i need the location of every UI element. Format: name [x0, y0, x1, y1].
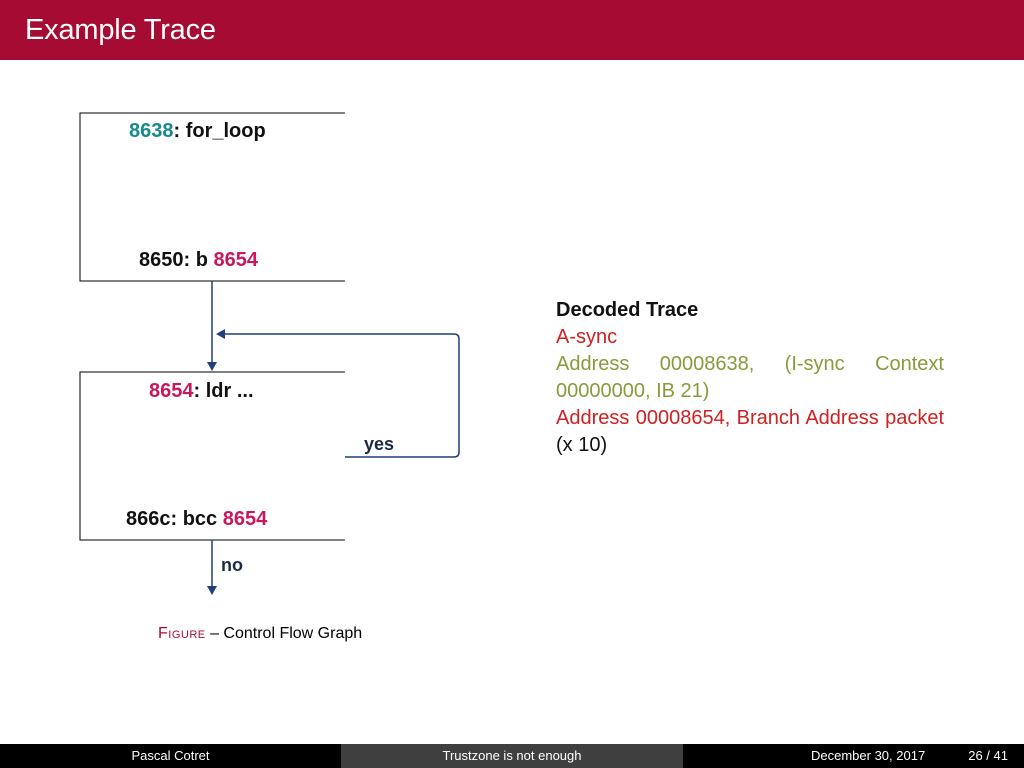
footer-page-number: 26 / 41: [968, 748, 1008, 763]
block1-entry-label: : for_loop: [173, 120, 266, 142]
trace-line-branch-text: Address 00008654, Branch Address packet: [556, 407, 944, 429]
edge-fallthrough-arrowhead: [207, 362, 217, 371]
block2-exit-target: 8654: [222, 508, 268, 530]
footer-date: December 30, 2017: [811, 748, 926, 763]
edge-no-arrowhead: [207, 586, 217, 595]
edge-yes-arrowhead: [216, 329, 225, 339]
block2-exit-instruction: 866c: bcc: [126, 508, 223, 530]
block1-exit-target: 8654: [213, 249, 258, 271]
footer-talk-title: Trustzone is not enough: [341, 744, 683, 768]
figure-caption-text: – Control Flow Graph: [205, 625, 363, 642]
edge-no-label: no: [221, 555, 243, 575]
slide-footer: Pascal Cotret Trustzone is not enough De…: [0, 744, 1024, 768]
decoded-trace-heading: Decoded Trace: [556, 299, 699, 321]
control-flow-graph-lines: [79, 112, 460, 595]
block2-entry: 8654: ldr ...: [149, 380, 254, 403]
edge-yes-label: yes: [364, 434, 395, 454]
block2-entry-address: 8654: [149, 380, 194, 402]
control-flow-graph: 8638: for_loop 8650: b 8654 8654: ldr ..…: [0, 0, 520, 700]
edge-yes-loop: [222, 333, 460, 458]
trace-line-isync: Address 00008638, (I-sync Context 000000…: [556, 353, 944, 402]
footer-author: Pascal Cotret: [0, 744, 341, 768]
block2-entry-label: : ldr ...: [193, 380, 254, 402]
figure-caption: Figure – Control Flow Graph: [158, 625, 362, 643]
trace-line-branch: Address 00008654, Branch Address packet …: [556, 405, 944, 459]
trace-line-branch-count: (x 10): [556, 434, 608, 456]
block1-entry: 8638: for_loop: [129, 120, 266, 143]
decoded-trace: Decoded Trace A-sync Address 00008638, (…: [556, 297, 944, 459]
block1-entry-address: 8638: [129, 120, 174, 142]
block2-exit: 866c: bcc 8654: [126, 508, 267, 531]
block1-exit: 8650: b 8654: [139, 249, 258, 272]
block1-exit-instruction: 8650: b: [139, 249, 214, 271]
footer-right: December 30, 2017 26 / 41: [683, 744, 1024, 768]
figure-caption-prefix: Figure: [158, 625, 206, 642]
trace-line-async: A-sync: [556, 326, 618, 348]
